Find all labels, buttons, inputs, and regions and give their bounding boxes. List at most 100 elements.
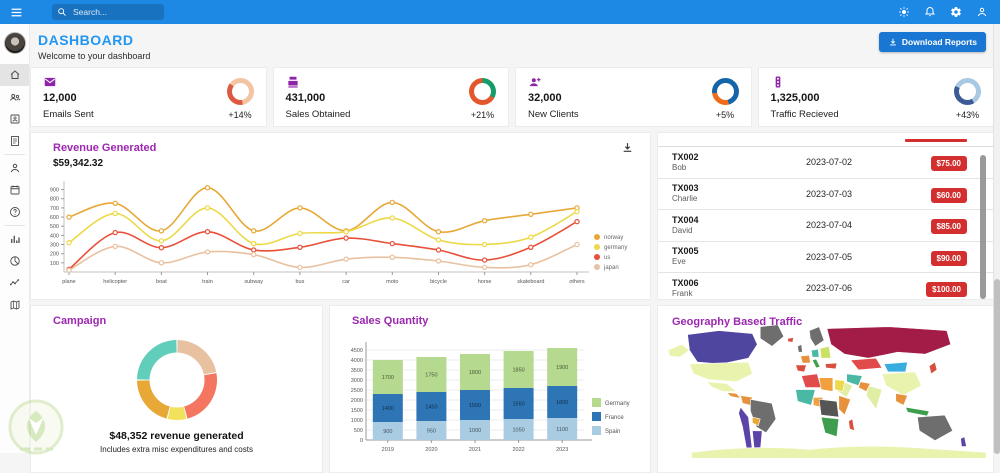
map-region-antarctica[interactable] (691, 445, 987, 459)
map-region-central-africa[interactable] (818, 399, 840, 418)
map-region-italy[interactable] (811, 358, 821, 369)
map-region-egypt[interactable] (834, 379, 846, 392)
sidebar-item-bar-chart[interactable] (0, 228, 29, 250)
profile-button[interactable] (972, 2, 992, 22)
map-region-indonesia[interactable] (905, 406, 930, 417)
sidebar-item-profile-form[interactable] (0, 157, 29, 179)
transaction-date: 2023-07-06 (805, 283, 853, 294)
map-region-central-america[interactable] (726, 392, 742, 399)
transaction-id: TX005 (672, 246, 699, 257)
map-region-libya[interactable] (818, 377, 834, 392)
map-region-southern-africa[interactable] (820, 416, 840, 438)
transaction-id: TX004 (672, 214, 699, 225)
campaign-total: $48,352 revenue generated (109, 430, 244, 442)
svg-text:Germany: Germany (605, 401, 630, 407)
map-region-southeast-asia[interactable] (895, 393, 908, 406)
svg-text:100: 100 (50, 261, 59, 267)
map-region-germany[interactable] (810, 348, 820, 358)
pie-chart-icon (9, 256, 20, 266)
map-region-australia[interactable] (917, 414, 954, 441)
map-region-kazakhstan[interactable] (849, 357, 883, 371)
map-region-turkey[interactable] (824, 362, 838, 370)
svg-text:4500: 4500 (351, 348, 363, 354)
map-region-iceland[interactable] (787, 337, 794, 343)
topbar-actions (894, 2, 992, 22)
page-scrollbar-thumb[interactable] (994, 279, 1000, 454)
map-region-china[interactable] (881, 371, 922, 396)
map-region-brazil[interactable] (750, 399, 777, 434)
stat-label: Emails Sent (43, 109, 94, 120)
transactions-scrollbar[interactable] (980, 155, 986, 299)
settings-button[interactable] (946, 2, 966, 22)
svg-text:1850: 1850 (512, 368, 524, 374)
map-region-mexico[interactable] (706, 381, 738, 392)
map-region-peru-chile[interactable] (738, 406, 753, 451)
map-region-india[interactable] (865, 385, 883, 410)
map-region-scandinavia[interactable] (809, 326, 825, 347)
notifications-icon (924, 6, 936, 17)
sidebar-item-line-chart[interactable] (0, 272, 29, 294)
sidebar-item-pie-chart[interactable] (0, 250, 29, 272)
svg-text:950: 950 (427, 429, 436, 435)
svg-text:1800: 1800 (469, 370, 481, 376)
sidebar-item-dashboard[interactable] (0, 64, 29, 86)
svg-text:400: 400 (50, 233, 59, 239)
map-region-spain[interactable] (795, 364, 807, 373)
search-input[interactable] (71, 6, 159, 18)
timeline-icon (9, 279, 19, 286)
svg-text:1750: 1750 (425, 373, 437, 379)
sidebar-item-geography[interactable] (0, 294, 29, 316)
sidebar-divider (4, 225, 25, 226)
svg-text:1050: 1050 (512, 428, 524, 434)
map-region-new-zealand[interactable] (960, 436, 967, 447)
map-region-usa[interactable] (689, 361, 753, 382)
svg-text:2020: 2020 (425, 447, 437, 453)
transaction-id: TX002 (672, 151, 699, 162)
sidebar-item-invoices[interactable] (0, 130, 29, 152)
people-icon (9, 94, 20, 101)
transaction-user: Eve (672, 257, 686, 267)
map-region-east-africa[interactable] (838, 395, 851, 416)
map-region-japan[interactable] (928, 361, 938, 375)
sales-panel: Sales Quantity 0 500 1000 1500 2000 2500 3000 3… (329, 305, 651, 473)
sidebar-item-team[interactable] (0, 86, 29, 108)
amount-badge: $60.00 (930, 187, 967, 203)
download-icon (623, 143, 632, 152)
search-box[interactable] (52, 4, 164, 20)
svg-text:900: 900 (383, 429, 392, 435)
map-region-canada[interactable] (687, 330, 758, 365)
svg-text:500: 500 (354, 428, 363, 434)
svg-text:germany: germany (604, 245, 627, 251)
map-region-uk[interactable] (797, 343, 803, 353)
sidebar-item-contacts[interactable] (0, 108, 29, 130)
map-region-north-africa[interactable] (801, 373, 822, 388)
email-icon (44, 77, 56, 87)
sales-bar-chart: 0 500 1000 1500 2000 2500 3000 3500 4000 4500 900 1… (351, 342, 630, 453)
svg-text:200: 200 (50, 252, 59, 258)
map-region-alaska[interactable] (667, 344, 691, 358)
stat-value: 431,000 (285, 92, 326, 104)
map-region-west-africa[interactable] (795, 389, 816, 406)
transaction-date: 2023-07-04 (805, 220, 853, 231)
light-mode-button[interactable] (894, 2, 914, 22)
map-region-mongolia[interactable] (883, 361, 908, 373)
svg-text:us: us (604, 255, 610, 261)
transaction-user: Bob (672, 162, 687, 172)
amount-badge-clipped (905, 139, 967, 142)
user-avatar[interactable] (3, 32, 26, 54)
download-reports-button[interactable]: Download Reports (878, 32, 986, 52)
page-scrollbar[interactable] (993, 24, 1000, 454)
stats-row: 12,000 Emails Sent +14% 431,000 Sales Ob… (30, 67, 994, 127)
notifications-button[interactable] (920, 2, 940, 22)
map-region-madagascar[interactable] (848, 418, 855, 432)
map-region-eastern-europe[interactable] (819, 345, 832, 359)
page-title: DASHBOARD (38, 32, 134, 48)
map-region-france[interactable] (800, 354, 811, 364)
menu-button[interactable] (6, 2, 26, 22)
sidebar-item-calendar[interactable] (0, 179, 29, 201)
svg-text:900: 900 (50, 188, 59, 194)
map-region-russia[interactable] (826, 326, 952, 359)
download-chart-button[interactable] (621, 141, 634, 154)
sidebar-item-faq[interactable] (0, 201, 29, 223)
transaction-row: TX002 Bob 2023-07-02 $75.00 (658, 147, 993, 179)
